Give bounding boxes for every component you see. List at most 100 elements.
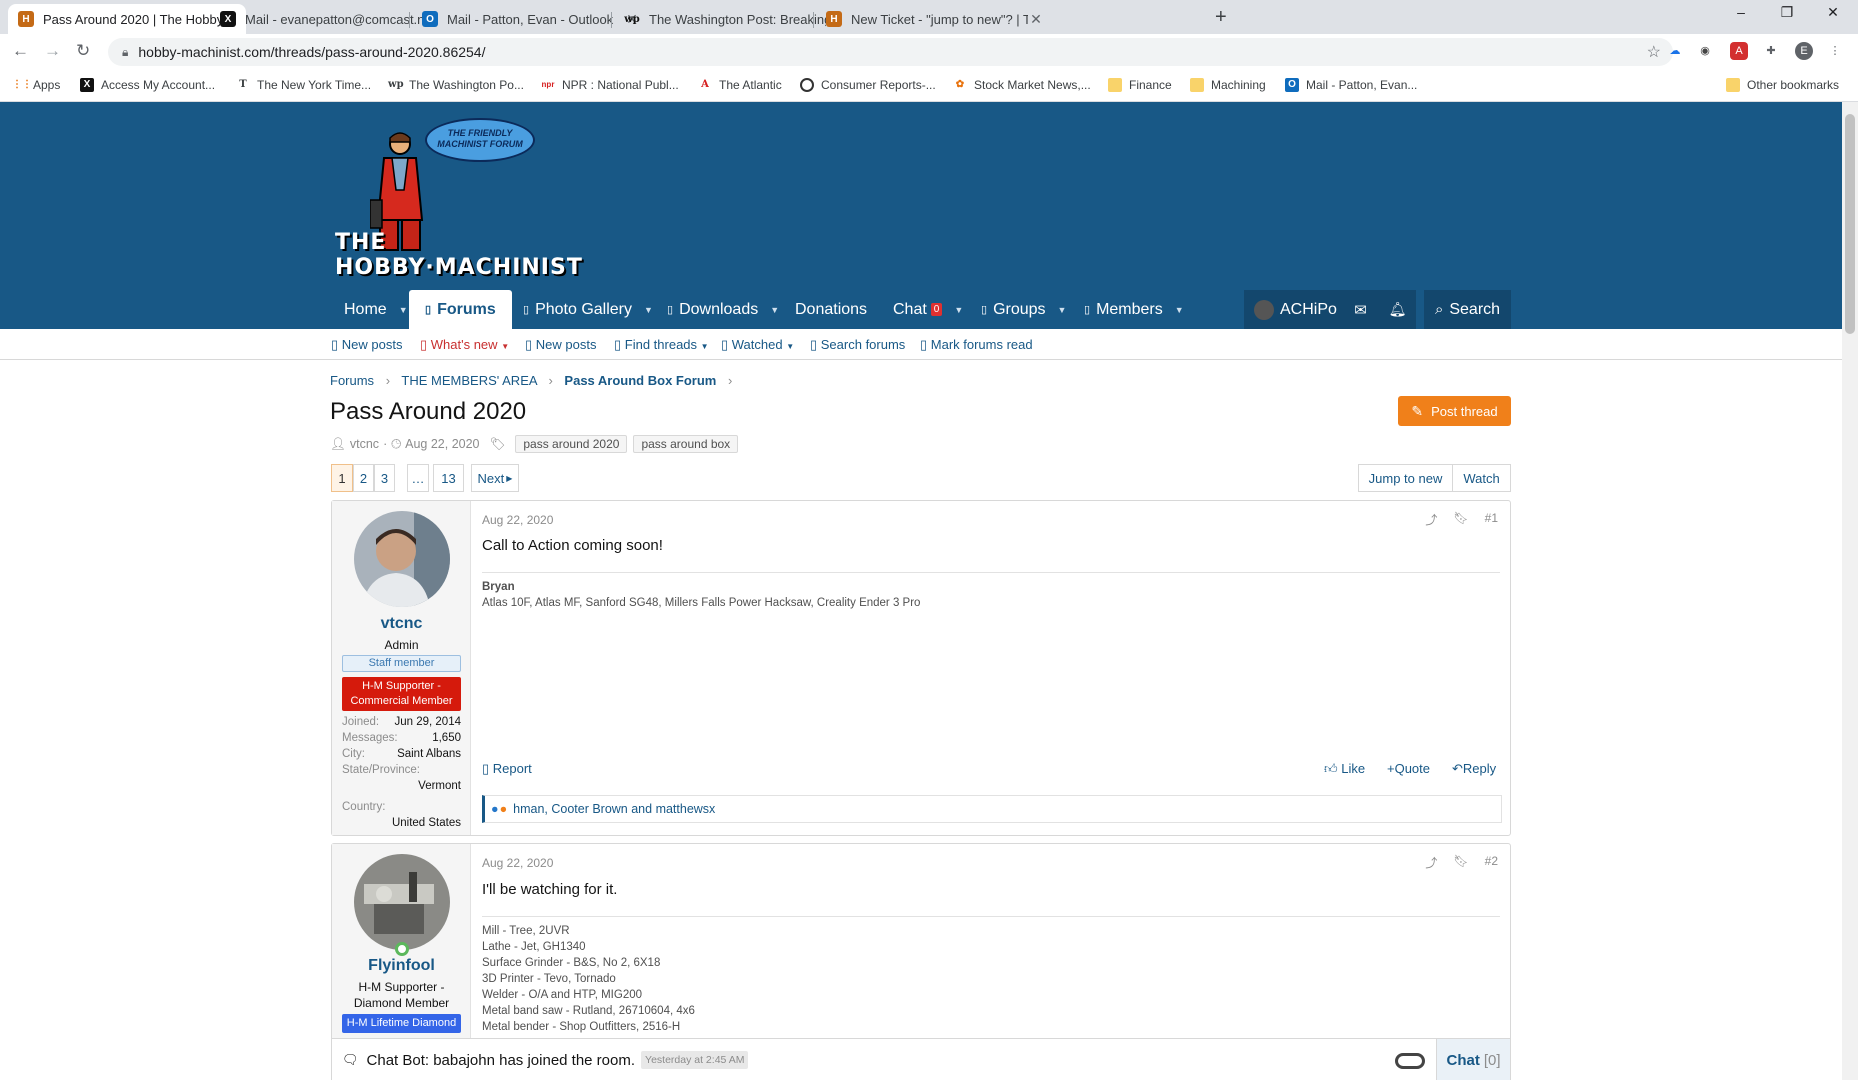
profile-avatar[interactable]: E [1795, 42, 1813, 60]
reactions-bar[interactable]: ● ● hman, Cooter Brown and matthewsx [482, 795, 1502, 823]
new-tab-button[interactable]: + [1215, 6, 1227, 29]
subnav-whats-new[interactable]: ▯ What's new ▼ [420, 337, 509, 353]
username[interactable]: vtcnc [332, 615, 471, 633]
subnav-new-posts-2[interactable]: ▯ New posts [525, 337, 596, 353]
bookmark-access-account[interactable]: X Access My Account... [80, 78, 215, 92]
user-photo [354, 854, 450, 950]
address-bar[interactable]: 🔒︎ hobby-machinist.com/threads/pass-arou… [108, 38, 1673, 66]
restore-button[interactable]: ❐ [1764, 4, 1810, 21]
alerts-bell-icon[interactable]: 🔔︎ [1379, 290, 1416, 329]
bookmark-icon[interactable]: 🔖︎ [1453, 511, 1468, 528]
breadcrumb-members-area[interactable]: THE MEMBERS' AREA [401, 373, 536, 388]
bookmark-stock-market[interactable]: ✿ Stock Market News,... [953, 78, 1091, 92]
thread-start-date[interactable]: Aug 22, 2020 [405, 437, 479, 451]
chat-latest-message[interactable]: 🗨︎ Chat Bot: babajohn has joined the roo… [342, 1051, 749, 1069]
page-1[interactable]: 1 [331, 464, 353, 492]
bookmark-atlantic[interactable]: A The Atlantic [698, 78, 782, 92]
chevron-down-icon[interactable]: ▼ [644, 305, 653, 315]
bookmark-other[interactable]: Other bookmarks [1726, 78, 1839, 92]
bookmark-nyt[interactable]: T The New York Time... [236, 78, 371, 92]
post-date[interactable]: Aug 22, 2020 [482, 856, 553, 870]
onedrive-extension-icon[interactable]: ☁ [1666, 42, 1684, 60]
avatar[interactable] [354, 511, 450, 607]
subnav-find-threads[interactable]: ▯ Find threads ▼ [614, 337, 709, 353]
breadcrumb-forums[interactable]: Forums [330, 373, 374, 388]
post-thread-button[interactable]: ✎ Post thread [1398, 396, 1511, 426]
chevron-down-icon[interactable]: ▼ [399, 305, 408, 315]
nav-forums[interactable]: ▯ Forums [409, 290, 512, 329]
bookmark-finance-folder[interactable]: Finance [1108, 78, 1172, 92]
chevron-down-icon[interactable]: ▼ [770, 305, 779, 315]
minimize-button[interactable]: – [1718, 4, 1764, 20]
nav-photo-gallery[interactable]: ▯ Photo Gallery ▼ [523, 290, 653, 329]
page-3[interactable]: 3 [374, 464, 395, 492]
chevron-down-icon[interactable]: ▼ [954, 305, 963, 315]
pdf-extension-icon[interactable]: A [1730, 42, 1748, 60]
tag-pass-around-box[interactable]: pass around box [633, 435, 739, 453]
report-link[interactable]: ▯ Report [482, 761, 532, 777]
atlantic-icon: A [701, 79, 709, 90]
reactions-list[interactable]: hman, Cooter Brown and matthewsx [513, 802, 715, 816]
extension-circle-icon[interactable]: ◉ [1696, 42, 1714, 60]
reload-icon[interactable]: ↻ [76, 41, 90, 61]
username[interactable]: Flyinfool [332, 957, 471, 975]
extensions-puzzle-icon[interactable]: ✚ [1762, 42, 1780, 60]
chat-open-button[interactable]: Chat [0] [1436, 1039, 1510, 1080]
next-page-button[interactable]: Next ▶ [471, 464, 519, 492]
subnav-search-forums[interactable]: ▯ Search forums [810, 337, 905, 353]
reply-button[interactable]: ↶Reply [1452, 761, 1496, 777]
page-13[interactable]: 13 [433, 464, 464, 492]
post-number[interactable]: #1 [1485, 511, 1498, 528]
bookmark-wapo[interactable]: wp The Washington Po... [388, 78, 524, 92]
back-arrow-icon[interactable]: ← [12, 41, 29, 61]
close-window-button[interactable]: ✕ [1810, 4, 1856, 21]
tag-pass-around-2020[interactable]: pass around 2020 [515, 435, 628, 453]
nav-downloads[interactable]: ▯ Downloads ▼ [667, 290, 779, 329]
stat-value[interactable]: 1,650 [432, 730, 461, 746]
bookmark-apps[interactable]: ⋮⋮ Apps [12, 78, 60, 92]
subnav-watched[interactable]: ▯ Watched ▼ [721, 337, 794, 353]
thread-starter[interactable]: vtcnc [350, 437, 379, 451]
post-date[interactable]: Aug 22, 2020 [482, 513, 553, 527]
browser-tab-new-ticket[interactable]: H New Ticket - "jump to new"? | Th ✕ [816, 4, 1054, 34]
scrollbar-thumb[interactable] [1845, 114, 1855, 334]
chevron-down-icon[interactable]: ▼ [1058, 305, 1067, 315]
bookmark-consumer-reports[interactable]: Consumer Reports-... [800, 78, 936, 92]
chevron-down-icon[interactable]: ▼ [1175, 305, 1184, 315]
watch-button[interactable]: Watch [1452, 464, 1511, 492]
chat-toggle-icon[interactable] [1395, 1053, 1425, 1069]
search-button[interactable]: ⌕ Search [1424, 290, 1511, 329]
page-scrollbar[interactable] [1842, 102, 1858, 1080]
nav-home[interactable]: Home ▼ [344, 290, 408, 329]
bookmark-npr[interactable]: npr NPR : National Publ... [541, 78, 679, 92]
quote-button[interactable]: +Quote [1387, 761, 1430, 776]
bookmark-icon[interactable]: 🔖︎ [1453, 854, 1468, 871]
nav-donations[interactable]: Donations [795, 290, 867, 329]
chat-timestamp: Yesterday at 2:45 AM [641, 1051, 749, 1069]
share-icon[interactable]: ⤴ [1425, 854, 1437, 871]
close-tab-icon[interactable]: ✕ [1028, 11, 1044, 28]
subnav-new-posts[interactable]: ▯ New posts [331, 337, 402, 353]
bookmark-outlook-mail[interactable]: O Mail - Patton, Evan... [1285, 78, 1417, 92]
user-account-menu[interactable]: ACHiPo [1244, 290, 1342, 329]
nav-groups[interactable]: ▯ Groups ▼ [981, 290, 1066, 329]
nav-chat[interactable]: Chat 0 ▼ [893, 290, 963, 329]
share-icon[interactable]: ⤴ [1425, 511, 1437, 528]
avatar[interactable] [354, 854, 450, 950]
bookmark-machining-folder[interactable]: Machining [1190, 78, 1266, 92]
post-number[interactable]: #2 [1485, 854, 1498, 871]
subnav-label: What's new [430, 337, 498, 352]
site-logo[interactable]: THE FRIENDLY MACHINIST FORUM THE HOBBY·M… [335, 110, 582, 280]
nav-members[interactable]: ▯ Members ▼ [1084, 290, 1184, 329]
inbox-envelope-icon[interactable]: ✉ [1342, 290, 1379, 329]
like-button[interactable]: 👍︎ Like [1324, 761, 1365, 777]
page-jump-ellipsis[interactable]: … [407, 464, 429, 492]
breadcrumb-pass-around[interactable]: Pass Around Box Forum [564, 373, 716, 388]
bookmark-star-icon[interactable]: ☆ [1647, 42, 1661, 62]
page-2[interactable]: 2 [353, 464, 374, 492]
post-tools: ⤴ 🔖︎ #1 [1425, 511, 1498, 528]
jump-to-new-button[interactable]: Jump to new [1358, 464, 1453, 492]
forward-arrow-icon[interactable]: → [44, 41, 61, 61]
subnav-mark-read[interactable]: ▯ Mark forums read [920, 337, 1033, 353]
browser-menu-icon[interactable]: ⋮ [1826, 42, 1844, 60]
